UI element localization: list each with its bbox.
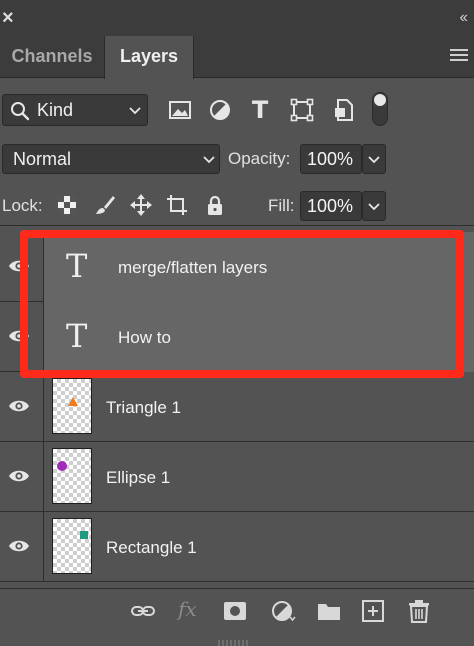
ellipse-shape-icon <box>57 461 67 471</box>
tab-channels[interactable]: Channels <box>0 36 104 78</box>
adjustment-layer-icon[interactable] <box>270 599 296 623</box>
delete-layer-icon[interactable] <box>406 599 432 623</box>
eye-icon <box>9 470 29 482</box>
layer-thumbnail[interactable] <box>52 378 92 434</box>
chevron-down-icon <box>203 156 215 164</box>
blend-row: Normal Opacity: 100% <box>0 140 474 176</box>
layer-name: Ellipse 1 <box>106 468 171 487</box>
close-icon[interactable]: × <box>2 8 14 28</box>
visibility-toggle[interactable] <box>0 372 44 442</box>
layer-row-merge-flatten-layers[interactable]: T merge/flatten layers <box>0 232 474 302</box>
triangle-shape-icon <box>68 397 78 406</box>
fill-label: Fill: <box>268 196 295 215</box>
filter-kind-label: Kind <box>37 100 74 120</box>
new-group-icon[interactable] <box>316 599 342 623</box>
fill-input[interactable]: 100% <box>300 191 362 221</box>
lock-image-pixels-icon[interactable] <box>94 194 116 216</box>
opacity-dropdown[interactable] <box>362 144 386 174</box>
type-filter-icon[interactable]: T <box>248 98 272 122</box>
lock-transparent-pixels-icon[interactable] <box>56 194 78 216</box>
new-layer-icon[interactable] <box>360 599 386 623</box>
opacity-input[interactable]: 100% <box>300 144 362 174</box>
layer-row-triangle-1[interactable]: Triangle 1 <box>0 372 474 442</box>
chevron-down-icon <box>368 156 380 164</box>
eye-icon <box>9 400 29 412</box>
lock-row: Lock: Fill: 100% <box>0 186 474 226</box>
image-filter-icon[interactable] <box>168 98 192 122</box>
panel-tabs: Channels Layers <box>0 36 474 79</box>
lock-position-icon[interactable] <box>130 194 152 216</box>
layer-filter-row: Kind T <box>0 88 474 132</box>
visibility-toggle[interactable] <box>0 302 44 372</box>
blend-mode-select[interactable]: Normal <box>2 144 220 174</box>
lock-label: Lock: <box>2 196 43 215</box>
layer-name: Triangle 1 <box>106 398 181 417</box>
fill-dropdown[interactable] <box>362 191 386 221</box>
layer-row-how-to[interactable]: T How to <box>0 302 474 372</box>
adjustment-filter-icon[interactable] <box>208 98 232 122</box>
chevron-down-icon <box>368 203 380 211</box>
layer-row-ellipse-1[interactable]: Ellipse 1 <box>0 442 474 512</box>
blend-mode-value: Normal <box>13 149 72 169</box>
search-icon <box>11 102 30 121</box>
panel-menu-icon[interactable] <box>450 49 468 63</box>
link-layers-icon[interactable] <box>130 599 156 623</box>
visibility-toggle[interactable] <box>0 232 44 302</box>
eye-icon <box>9 260 29 272</box>
shape-filter-icon[interactable] <box>290 98 314 122</box>
fx-icon[interactable]: fx <box>178 597 197 621</box>
opacity-label: Opacity: <box>228 149 291 168</box>
panel-header: × ‹‹ <box>0 0 474 36</box>
layer-name: merge/flatten layers <box>118 258 268 277</box>
layer-name: Rectangle 1 <box>106 538 197 557</box>
smart-object-filter-icon[interactable] <box>332 98 356 122</box>
layer-thumbnail[interactable] <box>52 448 92 504</box>
visibility-toggle[interactable] <box>0 442 44 512</box>
filter-kind-select[interactable]: Kind <box>2 94 148 126</box>
add-mask-icon[interactable] <box>222 599 248 623</box>
layer-content[interactable]: T How to <box>44 302 474 372</box>
resize-grip[interactable] <box>218 633 250 646</box>
layer-row-rectangle-1[interactable]: Rectangle 1 <box>0 512 474 582</box>
text-layer-icon: T <box>66 247 88 285</box>
layers-bottom-toolbar: fx <box>0 588 474 646</box>
tab-layers[interactable]: Layers <box>104 36 194 79</box>
layer-name: How to <box>118 328 171 347</box>
lock-all-icon[interactable] <box>204 194 226 216</box>
filter-toggle-switch[interactable] <box>372 92 388 126</box>
visibility-toggle[interactable] <box>0 512 44 582</box>
eye-icon <box>9 540 29 552</box>
chevron-down-icon <box>129 107 141 115</box>
collapse-panel-icon[interactable]: ‹‹ <box>459 10 468 26</box>
rectangle-shape-icon <box>80 531 88 539</box>
layer-thumbnail[interactable] <box>52 518 92 574</box>
toggle-knob <box>374 94 386 106</box>
eye-icon <box>9 330 29 342</box>
text-layer-icon: T <box>66 317 88 355</box>
lock-artboard-icon[interactable] <box>166 194 188 216</box>
layer-content[interactable]: T merge/flatten layers <box>44 232 474 302</box>
